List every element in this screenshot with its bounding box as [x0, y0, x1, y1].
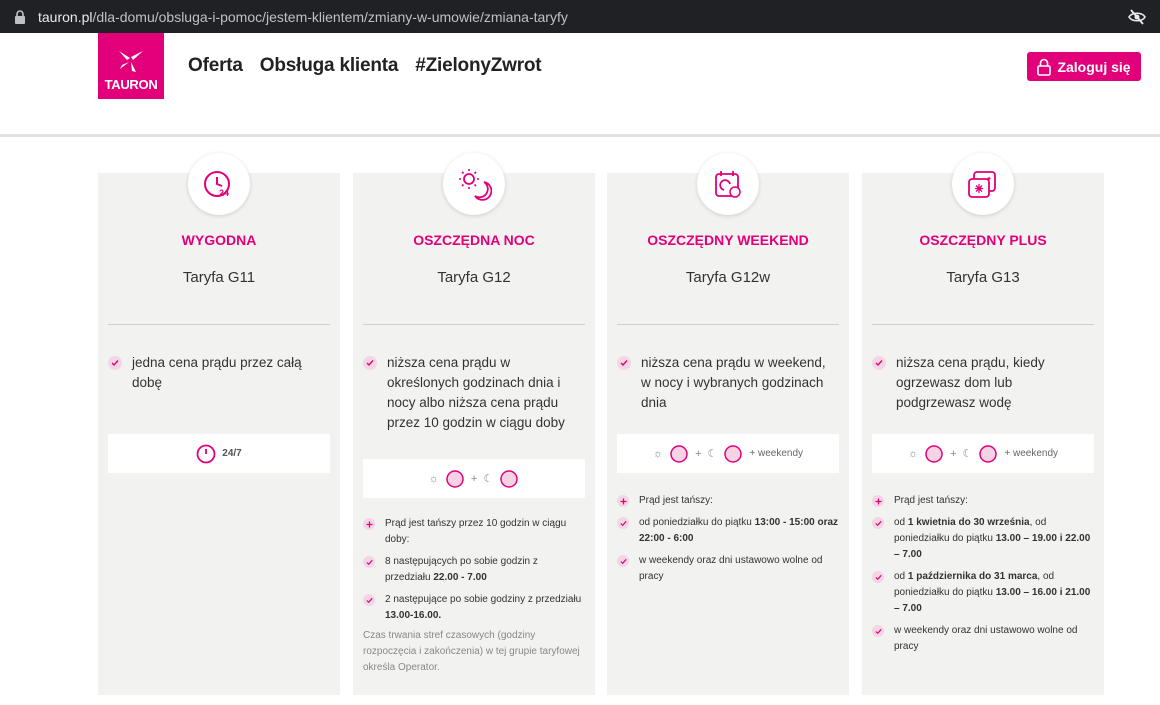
hours-badge: 24/7 — [108, 434, 330, 473]
detail-item: Prąd jest tańszy: — [872, 493, 1094, 509]
check-icon — [872, 517, 884, 529]
clock-24-icon: 24 — [188, 153, 250, 215]
url-text[interactable]: tauron.pl/dla-domu/obsluga-i-pomoc/jeste… — [38, 9, 568, 25]
sun-moon-icon — [443, 153, 505, 215]
detail-item: w weekendy oraz dni ustawowo wolne od pr… — [617, 553, 839, 585]
day-night-weekend-badge: ☼ + ☾ + weekendy — [617, 434, 839, 473]
login-button[interactable]: Zaloguj się — [1027, 52, 1141, 81]
feature-item: jedna cena prądu przez całą dobę — [108, 353, 330, 393]
tariff-card-g13: OSZCZĘDNY PLUS Taryfa G13 niższa cena pr… — [862, 153, 1104, 695]
moon-icon: ☾ — [483, 473, 494, 485]
card-title: OSZCZĘDNY WEEKEND — [647, 232, 809, 248]
day-night-badge: ☼ + ☾ — [363, 459, 585, 498]
check-icon — [872, 625, 884, 637]
detail-item: 8 następujących po sobie godzin z przedz… — [363, 554, 585, 586]
nav-zielony-zwrot[interactable]: #ZielonyZwrot — [415, 55, 541, 77]
login-label: Zaloguj się — [1057, 58, 1131, 75]
detail-item: Prąd jest tańszy: — [617, 493, 839, 509]
check-icon — [108, 356, 122, 370]
lock-icon — [15, 9, 25, 24]
check-icon — [617, 356, 631, 370]
padlock-icon — [1037, 58, 1052, 76]
plus-icon: + — [695, 447, 702, 460]
cheap-hours-details: Prąd jest tańszy przez 10 godzin w ciągu… — [363, 516, 585, 630]
divider — [108, 324, 330, 325]
feature-item: niższa cena prądu w określonych godzinac… — [363, 353, 585, 433]
sun-icon: ☼ — [428, 472, 439, 485]
logo-text: TAURON — [104, 77, 158, 92]
detail-item: Prąd jest tańszy przez 10 godzin w ciągu… — [363, 516, 585, 548]
divider — [363, 324, 585, 325]
pink-dot-icon — [670, 444, 688, 463]
nav-obsluga-klienta[interactable]: Obsługa klienta — [260, 55, 399, 77]
pink-dot-icon — [500, 469, 518, 488]
check-icon — [617, 555, 629, 567]
card-title: OSZCZĘDNA NOC — [413, 232, 535, 248]
plus-icon: + — [950, 447, 957, 460]
detail-item: od poniedziałku do piątku 13:00 - 15:00 … — [617, 515, 839, 547]
plus-icon — [363, 518, 375, 530]
sun-icon: ☼ — [652, 447, 664, 460]
browser-address-bar[interactable]: tauron.pl/dla-domu/obsluga-i-pomoc/jeste… — [0, 0, 1160, 33]
check-icon — [363, 356, 377, 370]
card-subtitle: Taryfa G13 — [946, 269, 1020, 286]
card-subtitle: Taryfa G12w — [685, 269, 771, 286]
plus-icon — [872, 495, 884, 507]
divider — [872, 324, 1094, 325]
nav-oferta[interactable]: Oferta — [188, 55, 243, 77]
divider — [617, 324, 839, 325]
calendar-icon — [697, 153, 759, 215]
card-subtitle: Taryfa G12 — [437, 269, 511, 286]
tariff-card-g12w: OSZCZĘDNY WEEKEND Taryfa G12w niższa cen… — [607, 153, 849, 695]
detail-item: 2 następujące po sobie godziny z przedzi… — [363, 592, 585, 624]
moon-icon: ☾ — [707, 448, 718, 460]
plus-icon — [617, 495, 629, 507]
tariff-card-g12: OSZCZĘDNA NOC Taryfa G12 niższa cena prą… — [353, 153, 595, 695]
tariff-card-g11: 24 WYGODNA Taryfa G11 jedna cena prądu p… — [98, 153, 340, 695]
plus-icon: + — [470, 472, 478, 485]
day-night-weekend-badge: ☼ + ☾ + weekendy — [872, 434, 1094, 473]
pink-dot-icon — [446, 469, 464, 488]
clock-icon — [196, 444, 216, 463]
cheap-hours-details: Prąd jest tańszy: od 1 kwietnia do 30 wr… — [872, 493, 1094, 661]
main-nav: Oferta Obsługa klienta #ZielonyZwrot — [188, 55, 542, 77]
check-icon — [363, 556, 375, 568]
detail-item: od 1 kwietnia do 30 września, od poniedz… — [872, 515, 1094, 563]
logo-mark-icon — [119, 51, 143, 72]
eye-off-icon[interactable] — [1128, 8, 1146, 26]
pink-dot-icon — [724, 444, 743, 463]
feature-item: niższa cena prądu w weekend, w nocy i wy… — [617, 353, 839, 413]
operator-note: Czas trwania stref czasowych (godziny ro… — [363, 630, 580, 673]
pink-dot-icon — [979, 444, 998, 463]
check-icon — [617, 517, 629, 529]
detail-item: w weekendy oraz dni ustawowo wolne od pr… — [872, 623, 1094, 655]
pink-dot-icon — [925, 444, 943, 463]
feature-item: niższa cena prądu, kiedy ogrzewasz dom l… — [872, 353, 1094, 413]
card-title: OSZCZĘDNY PLUS — [919, 232, 1047, 248]
svg-text:24: 24 — [219, 188, 229, 198]
tauron-logo[interactable]: TAURON — [98, 33, 164, 99]
sun-icon: ☼ — [907, 447, 919, 460]
check-icon — [872, 571, 884, 583]
check-icon — [872, 356, 886, 370]
card-title: WYGODNA — [181, 232, 257, 248]
detail-item: od 1 października do 31 marca, od ponied… — [872, 569, 1094, 617]
calendar-snow-icon — [952, 153, 1014, 215]
moon-icon: ☾ — [962, 448, 973, 460]
card-subtitle: Taryfa G11 — [182, 269, 256, 286]
check-icon — [363, 594, 375, 606]
cheap-hours-details: Prąd jest tańszy: od poniedziałku do pią… — [617, 493, 839, 591]
site-header: TAURON Oferta Obsługa klienta #ZielonyZw… — [0, 33, 1160, 137]
